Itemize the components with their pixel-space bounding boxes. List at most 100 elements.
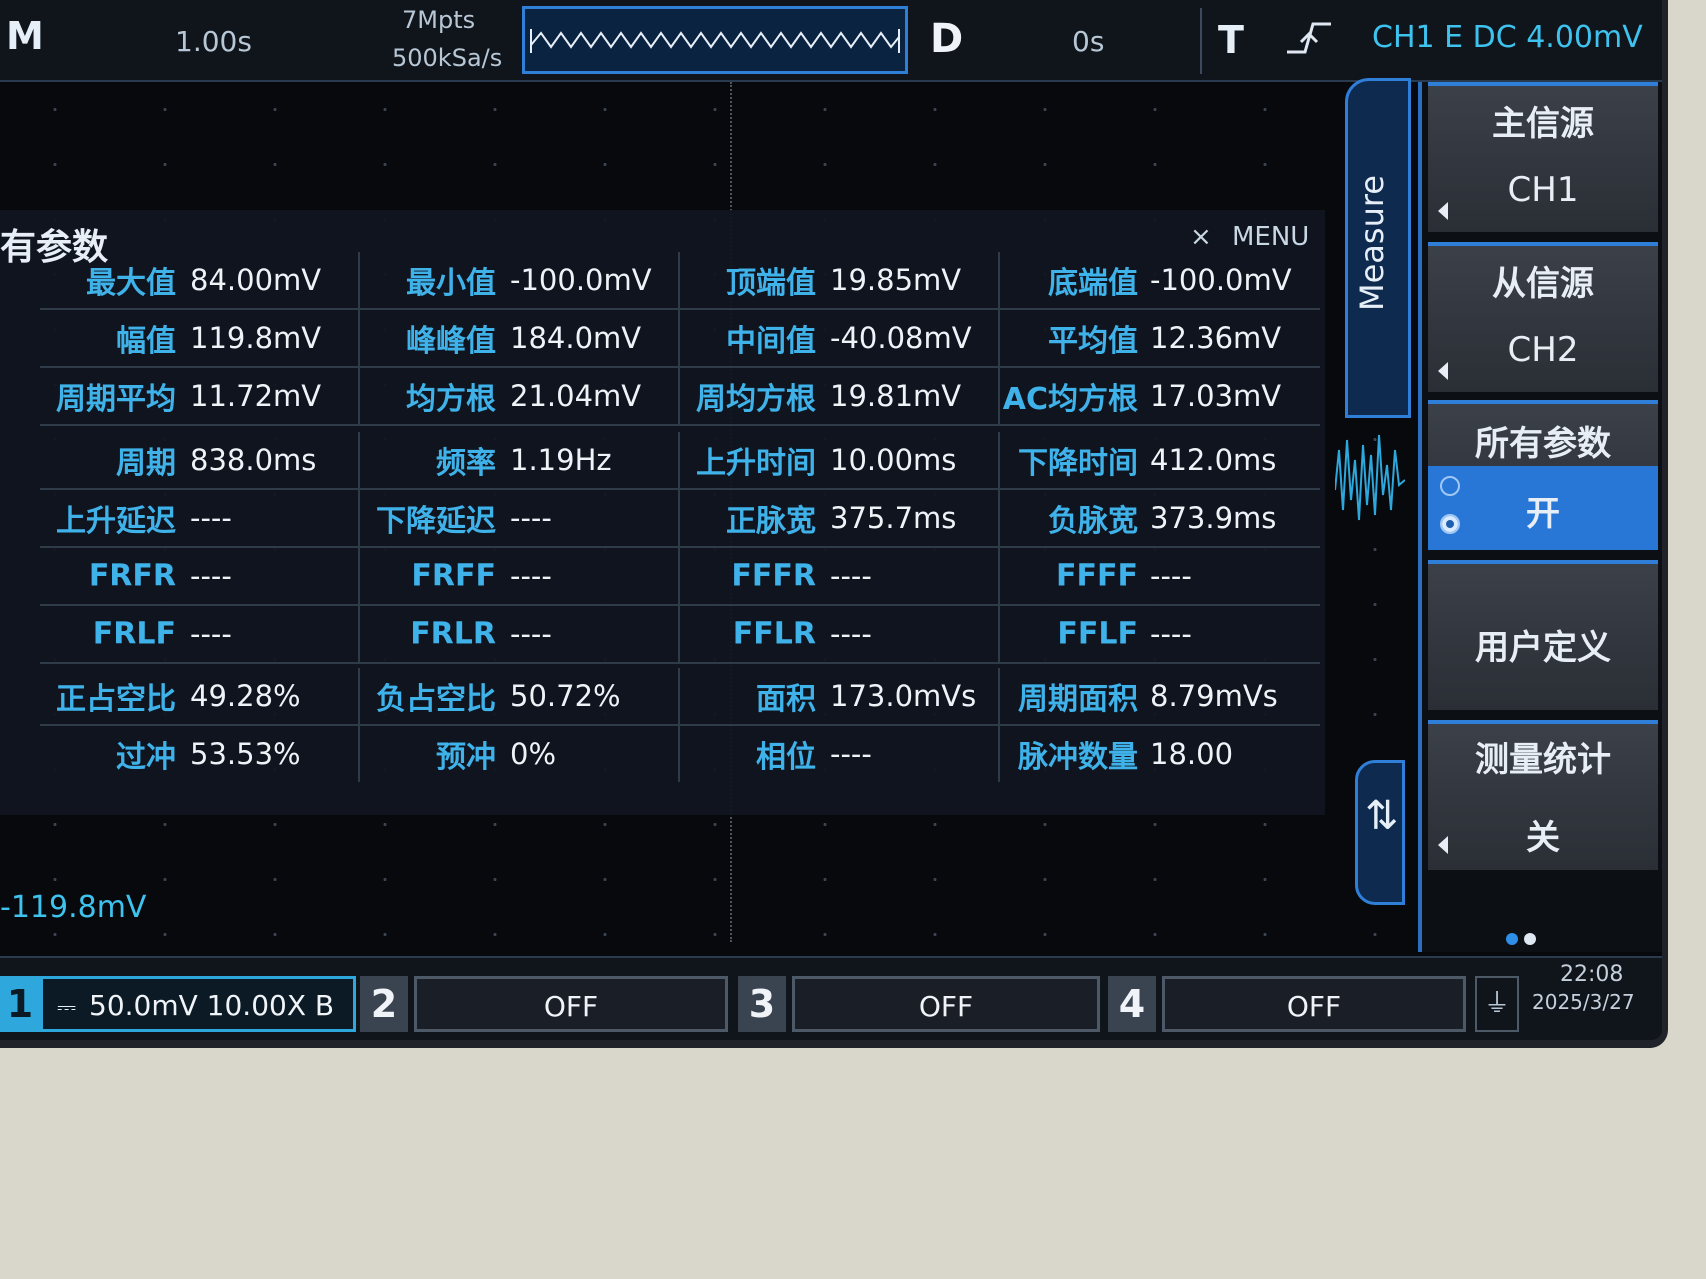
measurement-label: 上升延迟 <box>56 504 176 539</box>
measurement-value: ---- <box>510 501 552 535</box>
measurement-label: 底端值 <box>1048 266 1138 301</box>
measurement-label: 周期 <box>116 446 176 481</box>
measurement-label: 均方根 <box>406 382 496 417</box>
trigger-label: T <box>1218 18 1244 62</box>
measurement-value: ---- <box>830 559 872 593</box>
measurement-value: 373.9ms <box>1150 501 1277 535</box>
measurement-cell: 中间值 -40.08mV <box>680 310 1000 366</box>
measurement-value: 49.28% <box>190 679 301 713</box>
stats-value: 关 <box>1526 818 1560 858</box>
ch4-number: 4 <box>1108 976 1156 1032</box>
ch1-box[interactable]: 1 ⎓ 50.0mV 10.00X B <box>0 976 358 1032</box>
ch1-number: 1 <box>0 976 40 1032</box>
measurement-cell: FFFF ---- <box>1000 548 1320 604</box>
run-mode-label[interactable]: M <box>6 14 44 58</box>
measurement-cell: 周期 838.0ms <box>40 432 360 488</box>
measurement-cell: 最小值 -100.0mV <box>360 252 680 308</box>
measurement-label: 预冲 <box>436 740 496 775</box>
delay-label: D <box>930 16 964 62</box>
measurement-value: -100.0mV <box>510 263 652 297</box>
measurement-cell: FRLF ---- <box>40 606 360 662</box>
ch4-box[interactable]: 4 OFF <box>1108 976 1468 1032</box>
page-dot-active <box>1506 933 1518 945</box>
measurement-cell: 最大值 84.00mV <box>40 252 360 308</box>
timebase-value[interactable]: 1.00s <box>175 25 252 58</box>
user-defined-label: 用户定义 <box>1475 628 1611 668</box>
measurement-label: 幅值 <box>116 324 176 359</box>
measurement-cell: FRLR ---- <box>360 606 680 662</box>
waveform-overview[interactable] <box>522 6 908 74</box>
measurement-cell: 频率 1.19Hz <box>360 432 680 488</box>
measurement-value: 838.0ms <box>190 443 317 477</box>
usb-icon[interactable]: ⏚ <box>1475 976 1519 1032</box>
row-divider <box>40 662 1320 664</box>
main-source-title: 主信源 <box>1492 104 1594 144</box>
up-down-arrows-icon: ⇅ <box>1365 793 1399 839</box>
measurement-cell: 负脉宽 373.9ms <box>1000 490 1320 546</box>
measurement-label: 面积 <box>756 682 816 717</box>
measurement-value: 375.7ms <box>830 501 957 535</box>
delay-value[interactable]: 0s <box>1072 25 1104 58</box>
ch2-box[interactable]: 2 OFF <box>360 976 730 1032</box>
sub-source-value: CH2 <box>1507 330 1579 370</box>
measurement-cell: 下降时间 412.0ms <box>1000 432 1320 488</box>
measurement-label: FRFF <box>411 558 496 594</box>
measurement-value: -100.0mV <box>1150 263 1292 297</box>
measurement-label: 上升时间 <box>696 446 816 481</box>
menu-button[interactable]: MENU <box>1232 222 1309 252</box>
measurement-value: 0% <box>510 737 557 771</box>
all-params-button[interactable]: 所有参数 开 <box>1428 400 1658 550</box>
measurement-value: ---- <box>1150 559 1192 593</box>
trigger-info: CH1 E DC 4.00mV <box>1372 20 1643 55</box>
measurement-value: 17.03mV <box>1150 379 1282 413</box>
measurement-row: 幅值 119.8mV 峰峰值 184.0mV 中间值 -40.08mV 平均值 12.36mV <box>40 310 1320 366</box>
close-icon[interactable]: × <box>1190 222 1212 252</box>
measurement-label: 峰峰值 <box>406 324 496 359</box>
channel-bar: 1 ⎓ 50.0mV 10.00X B 2 OFF 3 OFF 4 OFF ⏚ … <box>0 956 1662 1040</box>
measurement-row: 上升延迟 ---- 下降延迟 ---- 正脉宽 375.7ms 负脉宽 373.9ms <box>40 490 1320 546</box>
measurement-label: AC均方根 <box>1002 382 1138 417</box>
measurement-cell: 正脉宽 375.7ms <box>680 490 1000 546</box>
stats-button[interactable]: 测量统计 关 <box>1428 720 1658 870</box>
measurement-cell: 过冲 53.53% <box>40 726 360 782</box>
measurement-cell: 均方根 21.04mV <box>360 368 680 424</box>
sub-source-button[interactable]: 从信源 CH2 <box>1428 242 1658 392</box>
ch1-settings: ⎓ 50.0mV 10.00X B <box>40 976 356 1032</box>
measurement-value: ---- <box>510 617 552 651</box>
measurement-label: 平均值 <box>1048 324 1138 359</box>
waveform-trace <box>1335 434 1405 521</box>
measurement-row: 周期平均 11.72mV 均方根 21.04mV 周均方根 19.81mV AC均方根 17.… <box>40 368 1320 424</box>
measurement-value: 18.00 <box>1150 737 1234 771</box>
row-divider <box>40 424 1320 426</box>
sample-rate: 500kSa/s <box>392 44 503 72</box>
measurement-cell: 上升延迟 ---- <box>40 490 360 546</box>
main-source-button[interactable]: 主信源 CH1 <box>1428 82 1658 232</box>
measurement-value: ---- <box>190 559 232 593</box>
measurement-value: 11.72mV <box>190 379 322 413</box>
measurement-label: 正占空比 <box>56 682 176 717</box>
measurement-row: FRLF ---- FRLR ---- FFLR ---- FFLF ---- <box>40 606 1320 662</box>
measurement-value: -40.08mV <box>830 321 972 355</box>
ch3-state: OFF <box>792 976 1100 1032</box>
clock-time: 22:08 <box>1560 962 1624 987</box>
measurement-cell: 幅值 119.8mV <box>40 310 360 366</box>
measure-tab[interactable]: Measure <box>1345 78 1411 418</box>
measurement-label: 过冲 <box>116 740 176 775</box>
measurement-label: 负占空比 <box>376 682 496 717</box>
clock-date: 2025/3/27 <box>1532 990 1635 1014</box>
measurement-label: 频率 <box>436 446 496 481</box>
measurement-value: 412.0ms <box>1150 443 1277 477</box>
measurement-cell: 上升时间 10.00ms <box>680 432 1000 488</box>
measurement-label: FRLF <box>92 616 176 652</box>
ch4-state: OFF <box>1162 976 1466 1032</box>
measurement-label: FFFF <box>1056 558 1138 594</box>
measurement-value: 1.19Hz <box>510 443 612 477</box>
measurement-cell: FRFR ---- <box>40 548 360 604</box>
measurement-label: 负脉宽 <box>1048 504 1138 539</box>
measurement-value: 119.8mV <box>190 321 322 355</box>
user-defined-button[interactable]: 用户定义 <box>1428 560 1658 710</box>
scroll-tab[interactable]: ⇅ <box>1355 760 1405 905</box>
measurement-cell: 平均值 12.36mV <box>1000 310 1320 366</box>
ch3-box[interactable]: 3 OFF <box>738 976 1102 1032</box>
measurement-label: 相位 <box>756 740 816 775</box>
